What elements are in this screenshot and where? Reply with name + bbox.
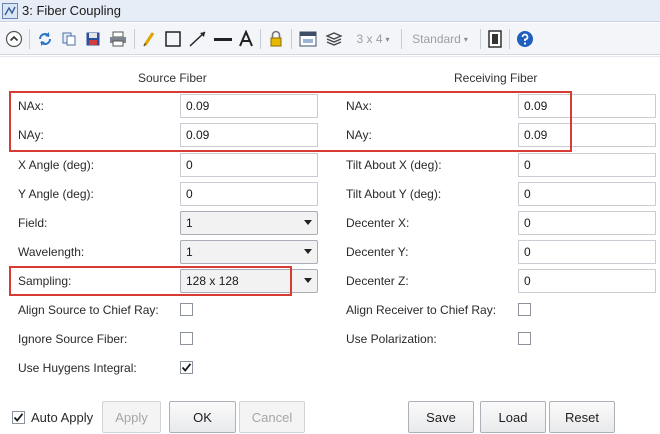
chevron-down-icon: ▾	[463, 34, 468, 44]
arrow-line-icon[interactable]	[187, 28, 209, 50]
tilt-x-label: Tilt About X (deg):	[346, 158, 442, 172]
decenter-x-field[interactable]: 0	[518, 211, 656, 235]
wavelength-label: Wavelength:	[18, 245, 85, 259]
pencil-icon[interactable]	[140, 28, 158, 50]
grid-layout-label: 3 x 4	[356, 32, 383, 46]
print-icon[interactable]	[107, 28, 129, 50]
x-angle-label: X Angle (deg):	[18, 158, 95, 172]
field-select[interactable]: 1	[180, 211, 318, 235]
source-fiber-header: Source Fiber	[138, 71, 207, 85]
receiving-nax-label: NAx:	[346, 99, 373, 113]
auto-apply-label: Auto Apply	[31, 410, 94, 425]
source-nay-field[interactable]: 0.09	[180, 123, 318, 147]
save-button[interactable]: Save	[408, 401, 474, 433]
source-nay-label: NAy:	[18, 128, 44, 142]
auto-apply-checkbox[interactable]	[12, 411, 25, 424]
rectangle-icon[interactable]	[163, 28, 183, 50]
cancel-button[interactable]: Cancel	[239, 401, 305, 433]
huygens-label: Use Huygens Integral:	[18, 361, 137, 375]
window-icon[interactable]	[297, 28, 319, 50]
copy-icon[interactable]	[59, 28, 79, 50]
polarization-checkbox[interactable]	[518, 332, 531, 345]
receiving-nax-field[interactable]: 0.09	[518, 94, 656, 118]
apply-button[interactable]: Apply	[102, 401, 161, 433]
reset-button[interactable]: Reset	[549, 401, 615, 433]
huygens-checkbox[interactable]	[180, 361, 193, 374]
style-dropdown[interactable]: Standard ▾	[406, 28, 474, 50]
decenter-z-label: Decenter Z:	[346, 274, 409, 288]
window-title: 3: Fiber Coupling	[22, 3, 121, 18]
toolbar-separator	[509, 29, 510, 49]
checkmark-icon	[13, 413, 24, 422]
refresh-icon[interactable]	[35, 28, 55, 50]
line-icon[interactable]	[212, 28, 234, 50]
load-button[interactable]: Load	[480, 401, 546, 433]
toolbar-separator	[260, 29, 261, 49]
checkmark-icon	[181, 363, 192, 372]
title-bar: 3: Fiber Coupling	[0, 0, 660, 22]
lock-icon[interactable]	[266, 28, 286, 50]
save-icon[interactable]	[83, 28, 103, 50]
tilt-x-field[interactable]: 0	[518, 153, 656, 177]
ok-button[interactable]: OK	[169, 401, 236, 433]
grid-layout-dropdown[interactable]: 3 x 4 ▾	[352, 28, 394, 50]
decenter-z-field[interactable]: 0	[518, 269, 656, 293]
dropdown-arrow-icon	[304, 278, 312, 283]
toolbar-separator	[480, 29, 481, 49]
decenter-x-label: Decenter X:	[346, 216, 410, 230]
collapse-icon[interactable]	[4, 28, 24, 50]
receiving-nay-label: NAy:	[346, 128, 372, 142]
receiving-fiber-header: Receiving Fiber	[454, 71, 538, 85]
sampling-label: Sampling:	[18, 274, 72, 288]
dropdown-arrow-icon	[304, 220, 312, 225]
toolbar-separator	[291, 29, 292, 49]
field-select-value: 1	[186, 216, 193, 230]
help-icon[interactable]	[514, 28, 536, 50]
receiving-nay-field[interactable]: 0.09	[518, 123, 656, 147]
align-receiver-checkbox[interactable]	[518, 303, 531, 316]
y-angle-label: Y Angle (deg):	[18, 187, 94, 201]
text-icon[interactable]	[236, 28, 256, 50]
tilt-y-label: Tilt About Y (deg):	[346, 187, 442, 201]
chevron-down-icon: ▾	[385, 34, 390, 44]
align-source-checkbox[interactable]	[180, 303, 193, 316]
ignore-source-label: Ignore Source Fiber:	[18, 332, 128, 346]
source-nax-field[interactable]: 0.09	[180, 94, 318, 118]
polarization-label: Use Polarization:	[346, 332, 437, 346]
tilt-y-field[interactable]: 0	[518, 182, 656, 206]
align-receiver-label: Align Receiver to Chief Ray:	[346, 303, 497, 317]
style-label: Standard	[412, 32, 461, 46]
toolbar-separator	[29, 29, 30, 49]
source-nax-label: NAx:	[18, 99, 45, 113]
wavelength-select[interactable]: 1	[180, 240, 318, 264]
decenter-y-label: Decenter Y:	[346, 245, 409, 259]
y-angle-field[interactable]: 0	[180, 182, 318, 206]
toolbar-separator	[134, 29, 135, 49]
window-layout-icon[interactable]	[485, 28, 505, 50]
sampling-select-value: 128 x 128	[186, 274, 239, 288]
layers-icon[interactable]	[323, 28, 345, 50]
ignore-source-checkbox[interactable]	[180, 332, 193, 345]
field-label: Field:	[18, 216, 48, 230]
x-angle-field[interactable]: 0	[180, 153, 318, 177]
dropdown-arrow-icon	[304, 249, 312, 254]
align-source-label: Align Source to Chief Ray:	[18, 303, 159, 317]
fiber-coupling-window-icon	[2, 3, 18, 19]
wavelength-select-value: 1	[186, 245, 193, 259]
sampling-select[interactable]: 128 x 128	[180, 269, 318, 293]
toolbar-separator	[401, 29, 402, 49]
decenter-y-field[interactable]: 0	[518, 240, 656, 264]
toolbar: 3 x 4 ▾ Standard ▾	[0, 23, 660, 55]
